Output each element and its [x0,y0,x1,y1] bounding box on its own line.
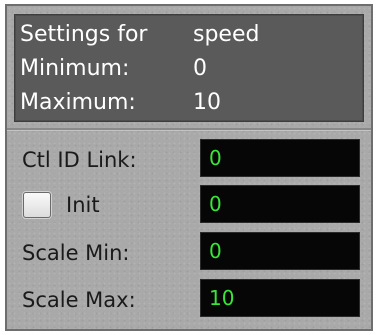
settings-title-value: speed [193,22,260,47]
scale-min-label: Scale Min: [22,241,130,265]
ctl-id-link-field[interactable]: 0 [200,139,360,177]
scale-max-label: Scale Max: [22,288,136,312]
init-field[interactable]: 0 [200,185,360,223]
ctl-id-link-label: Ctl ID Link: [22,148,137,172]
settings-title-label: Settings for [20,22,148,47]
minimum-label: Minimum: [20,56,130,81]
scale-max-field[interactable]: 10 [200,279,360,317]
maximum-value: 10 [193,90,221,115]
init-label: Init [66,193,100,217]
maximum-label: Maximum: [20,90,136,115]
settings-info-box: Settings for speed Minimum: 0 Maximum: 1… [14,14,364,122]
settings-panel: Settings for speed Minimum: 0 Maximum: 1… [5,4,373,331]
init-checkbox[interactable] [23,192,51,218]
minimum-value: 0 [193,56,207,81]
scale-min-field[interactable]: 0 [200,232,360,270]
section-divider [7,128,371,131]
